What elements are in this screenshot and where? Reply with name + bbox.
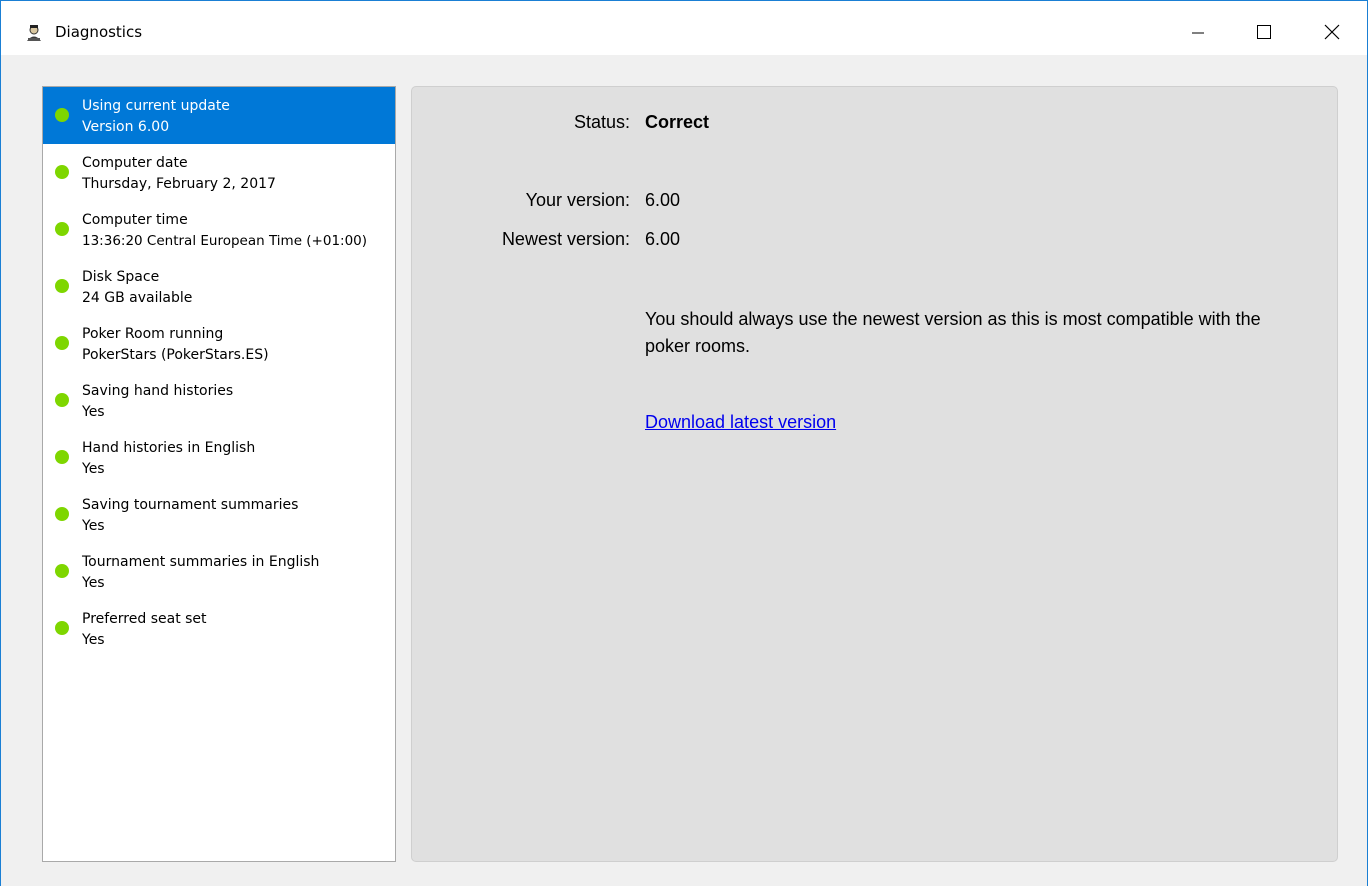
check-item-disk-space[interactable]: Disk Space 24 GB available [43, 258, 395, 315]
minimize-button[interactable] [1175, 15, 1221, 49]
status-ok-icon [55, 564, 69, 578]
status-ok-icon [55, 336, 69, 350]
description-text: You should always use the newest version… [645, 309, 1261, 356]
check-item-computer-time[interactable]: Computer time 13:36:20 Central European … [43, 201, 395, 258]
check-detail: 24 GB available [82, 290, 193, 306]
newest-version-value: 6.00 [645, 229, 681, 249]
check-item-computer-date[interactable]: Computer date Thursday, February 2, 2017 [43, 144, 395, 201]
status-ok-icon [55, 621, 69, 635]
check-item-poker-room[interactable]: Poker Room running PokerStars (PokerStar… [43, 315, 395, 372]
check-detail: 13:36:20 Central European Time (+01:00) [82, 233, 368, 249]
check-detail: Version 6.00 [82, 119, 170, 135]
status-ok-icon [55, 108, 69, 122]
status-ok-icon [55, 165, 69, 179]
detail-panel: Status: Correct Your version: 6.00 Newes… [411, 86, 1338, 862]
check-item-saving-tournament-summaries[interactable]: Saving tournament summaries Yes [43, 486, 395, 543]
maximize-button[interactable] [1241, 15, 1287, 49]
check-detail: Yes [82, 404, 105, 420]
close-icon [1324, 24, 1340, 40]
maximize-icon [1257, 25, 1271, 39]
status-label: Status: [573, 112, 630, 132]
check-detail: Yes [82, 632, 105, 648]
check-detail: Yes [82, 575, 105, 591]
check-title: Saving hand histories [82, 383, 234, 399]
close-button[interactable] [1309, 15, 1355, 49]
check-item-current-update[interactable]: Using current update Version 6.00 [43, 87, 395, 144]
check-title: Poker Room running [82, 326, 224, 342]
your-version-label: Your version: [525, 190, 630, 210]
title-bar[interactable]: Diagnostics [1, 1, 1367, 55]
check-item-preferred-seat[interactable]: Preferred seat set Yes [43, 600, 395, 657]
status-ok-icon [55, 222, 69, 236]
check-detail: Yes [82, 461, 105, 477]
status-ok-icon [55, 507, 69, 521]
status-ok-icon [55, 279, 69, 293]
check-detail: Thursday, February 2, 2017 [82, 176, 276, 192]
status-ok-icon [55, 393, 69, 407]
status-value: Correct [645, 112, 710, 132]
diagnostics-window: Diagnostics Using current update Version… [0, 0, 1368, 886]
check-title: Computer time [82, 212, 188, 228]
check-title: Saving tournament summaries [82, 497, 299, 513]
check-title: Preferred seat set [82, 611, 207, 627]
your-version-value: 6.00 [645, 190, 681, 210]
check-title: Using current update [82, 98, 230, 114]
check-item-saving-hand-histories[interactable]: Saving hand histories Yes [43, 372, 395, 429]
poker-player-icon [25, 24, 43, 42]
check-detail: Yes [82, 518, 105, 534]
check-detail: PokerStars (PokerStars.ES) [82, 347, 269, 363]
window-title: Diagnostics [55, 23, 143, 41]
check-title: Computer date [82, 155, 188, 171]
check-title: Hand histories in English [82, 440, 256, 456]
download-latest-version-link[interactable]: Download latest version [645, 412, 836, 433]
check-item-tournament-summaries-english[interactable]: Tournament summaries in English Yes [43, 543, 395, 600]
check-title: Disk Space [82, 269, 160, 285]
status-ok-icon [55, 450, 69, 464]
minimize-icon [1192, 32, 1204, 34]
diagnostics-list[interactable]: Using current update Version 6.00 Comput… [42, 86, 396, 862]
newest-version-label: Newest version: [501, 229, 630, 249]
check-item-hand-histories-english[interactable]: Hand histories in English Yes [43, 429, 395, 486]
check-title: Tournament summaries in English [82, 554, 320, 570]
